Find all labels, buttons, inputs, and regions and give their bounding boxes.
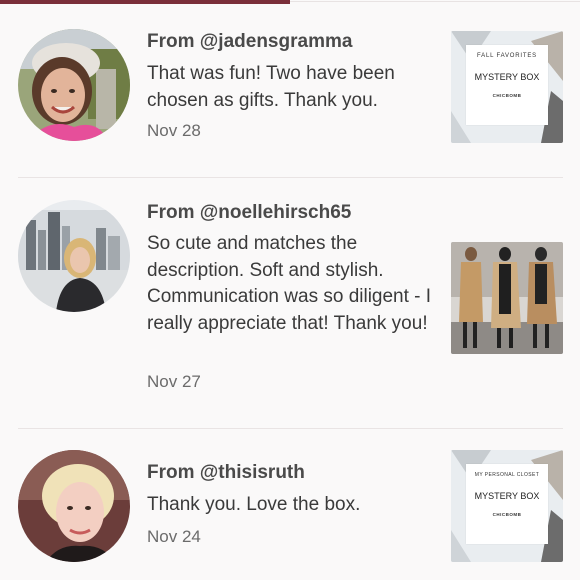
reviewer-avatar[interactable]	[18, 29, 130, 141]
review-date: Nov 24	[147, 527, 201, 546]
listing-thumbnail[interactable]: FALL FAVORITES MYSTERY BOX CHICBOMB	[451, 31, 563, 143]
review-item: From @jadensgramma That was fun! Two hav…	[0, 0, 580, 178]
review-date: Nov 28	[147, 121, 201, 140]
review-message: That was fun! Two have been chosen as gi…	[147, 63, 395, 111]
listing-thumbnail[interactable]	[451, 242, 563, 354]
card-collection: MY PERSONAL CLOSET	[474, 472, 540, 478]
review-item: From @thisisruth Thank you. Love the box…	[0, 429, 580, 580]
card-title: MYSTERY BOX	[474, 72, 540, 82]
review-date: Nov 27	[147, 372, 201, 391]
reviewer-avatar[interactable]	[18, 200, 130, 312]
card-brand: CHICBOMB	[492, 93, 522, 98]
card-title: MYSTERY BOX	[474, 491, 540, 501]
review-message: So cute and matches the description. Sof…	[147, 233, 432, 334]
mystery-box-card: FALL FAVORITES MYSTERY BOX CHICBOMB	[466, 45, 548, 125]
reviewer-avatar[interactable]	[18, 450, 130, 562]
avatar-photo	[18, 29, 130, 141]
reviewer-username[interactable]: From @noellehirsch65	[147, 202, 351, 224]
card-collection: FALL FAVORITES	[477, 53, 537, 59]
mystery-box-card: MY PERSONAL CLOSET MYSTERY BOX CHICBOMB	[466, 464, 548, 544]
reviewer-username[interactable]: From @jadensgramma	[147, 31, 352, 53]
reviewer-username[interactable]: From @thisisruth	[147, 462, 305, 484]
review-item: From @noellehirsch65 So cute and matches…	[0, 178, 580, 428]
review-message: Thank you. Love the box.	[147, 494, 361, 515]
avatar-photo	[18, 450, 130, 562]
thumbnail-photo	[451, 242, 563, 354]
card-brand: CHICBOMB	[492, 512, 522, 517]
avatar-photo	[18, 200, 130, 312]
listing-thumbnail[interactable]: MY PERSONAL CLOSET MYSTERY BOX CHICBOMB	[451, 450, 563, 562]
